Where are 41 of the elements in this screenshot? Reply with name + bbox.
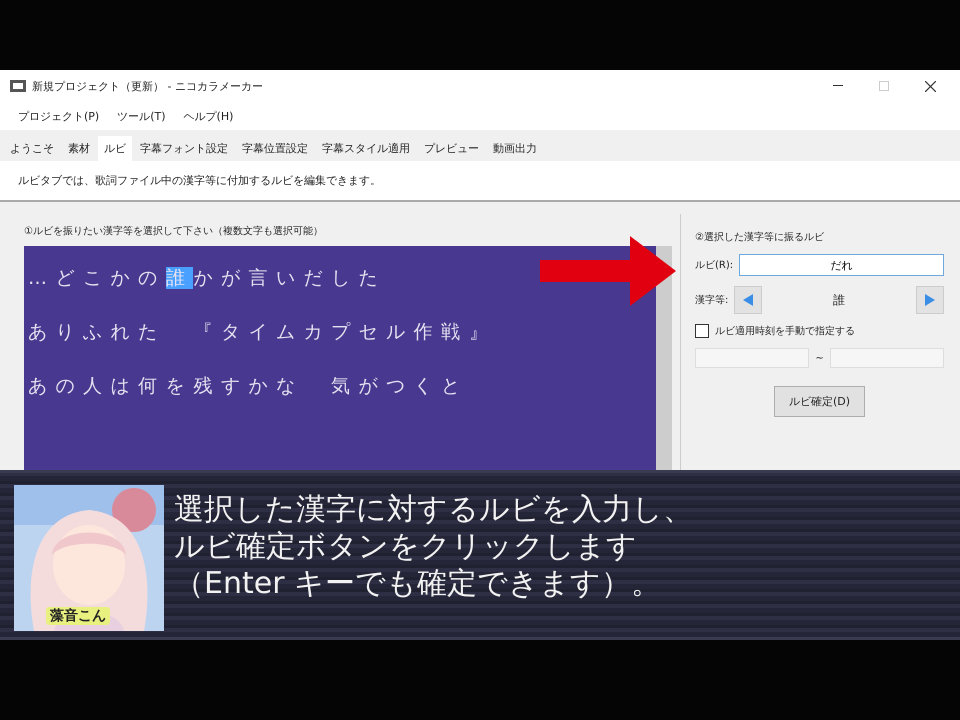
- maximize-icon: [879, 81, 889, 91]
- tab[interactable]: 字幕位置設定: [236, 136, 314, 161]
- range-separator: ~: [815, 352, 824, 364]
- description-text: ルビタブでは、歌詞ファイル中の漢字等に付加するルビを編集できます。: [0, 161, 960, 202]
- previous-button[interactable]: [734, 286, 762, 314]
- panel-label: ②選択した漢字等に振るルビ: [695, 230, 825, 244]
- caption-text: 選択した漢字に対するルビを入力し、 ルビ確定ボタンをクリックします （Enter キーでも確定できます）。: [174, 491, 693, 603]
- checkbox[interactable]: [695, 324, 709, 338]
- speaker-name: 藻音こん: [46, 607, 110, 625]
- ruby-field[interactable]: だれ: [739, 254, 944, 276]
- right-triangle-icon: [924, 294, 936, 306]
- tab[interactable]: 字幕スタイル適用: [316, 136, 416, 161]
- kanji-text: 誰: [832, 292, 846, 308]
- panel-label: ①ルビを振りたい漢字等を選択して下さい（複数文字も選択可能）: [24, 224, 324, 238]
- end-time-field[interactable]: [830, 348, 944, 368]
- menu-item[interactable]: ツール(T): [111, 106, 172, 126]
- lyrics-area[interactable]: …どこかの 誰 かが言いだした ありふれた 『タイムカプセル作戦』 あの人は何を残すかな 気がつくと: [24, 246, 656, 470]
- left-triangle-icon: [742, 294, 754, 306]
- tab[interactable]: ようこそ: [4, 136, 60, 161]
- tab[interactable]: 素材: [62, 136, 96, 161]
- tab[interactable]: 字幕フォント設定: [134, 136, 234, 161]
- lyric-text[interactable]: かが言いだした: [193, 267, 386, 289]
- checkbox-label: ルビ適用時刻を手動で指定する: [715, 324, 855, 338]
- confirm-button[interactable]: ルビ確定(D): [774, 386, 866, 417]
- close-icon: [924, 80, 936, 92]
- tab[interactable]: プレビュー: [418, 136, 485, 161]
- app-icon: [10, 80, 26, 92]
- lyric-text[interactable]: あの人は何を残すかな 気がつくと: [28, 375, 469, 397]
- start-time-field[interactable]: [695, 348, 810, 368]
- lyric-text[interactable]: ありふれた 『タイムカプセル作戦』: [28, 321, 496, 343]
- field-label: ルビ(R):: [695, 259, 734, 272]
- next-button[interactable]: [916, 286, 944, 314]
- tab[interactable]: ルビ: [98, 136, 132, 161]
- window-title: 新規プロジェクト（更新） - ニコカラメーカー: [32, 78, 264, 94]
- menu-item[interactable]: プロジェクト(P): [12, 106, 106, 126]
- arrow-icon: [540, 236, 676, 306]
- field-label: 漢字等:: [695, 294, 728, 307]
- menu-item[interactable]: ヘルプ(H): [178, 106, 240, 126]
- minimize-icon: [833, 85, 843, 87]
- tab[interactable]: 動画出力: [487, 136, 543, 161]
- lyric-text[interactable]: …どこかの: [28, 267, 166, 289]
